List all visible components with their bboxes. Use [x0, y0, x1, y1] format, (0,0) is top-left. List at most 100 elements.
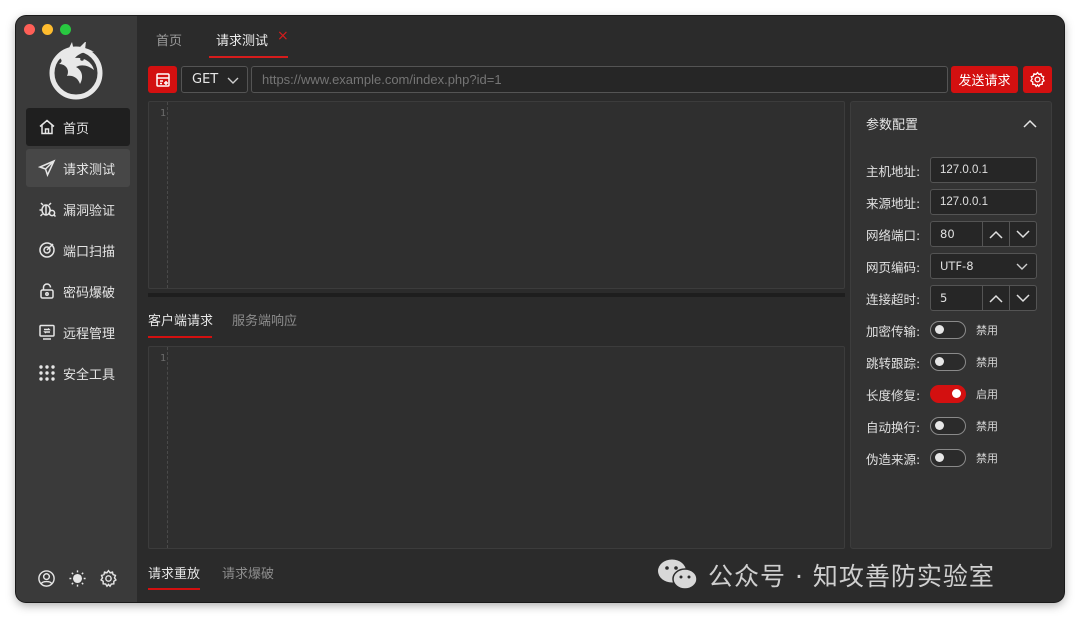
timeout-value: 5	[940, 291, 948, 305]
lock-icon	[38, 282, 56, 300]
sidebar-item-label: 远程管理	[63, 326, 116, 342]
editor-gutter	[149, 347, 168, 548]
watermark: 公众号 · 知攻善防实验室	[656, 557, 995, 593]
bug-icon	[38, 200, 56, 218]
toggle-row-redirect: 跳转跟踪: 禁用	[866, 349, 998, 375]
sidebar-item-port-scan[interactable]: 端口扫描	[26, 231, 130, 269]
toggle-state: 启用	[976, 388, 998, 401]
port-increment-button[interactable]	[982, 222, 1009, 246]
encrypt-toggle[interactable]	[930, 321, 966, 339]
encoding-row: 网页编码: UTF-8	[866, 253, 1037, 279]
close-window-button[interactable]	[24, 24, 35, 35]
chevron-down-icon	[1016, 263, 1028, 270]
origin-row: 来源地址: 127.0.0.1	[866, 189, 1037, 215]
new-request-button[interactable]	[148, 66, 177, 93]
encoding-value: UTF-8	[940, 259, 974, 273]
param-config-panel: 参数配置 主机地址: 127.0.0.1 来源地址: 127.0.0.1 网络端…	[850, 101, 1052, 549]
wechat-icon	[658, 559, 698, 590]
sun-icon[interactable]	[67, 568, 87, 588]
method-select[interactable]: GET	[181, 66, 248, 93]
toggle-state: 禁用	[976, 356, 998, 369]
toggle-row-wrap: 自动换行: 禁用	[866, 413, 998, 439]
app-window: 首页 请求测试 漏洞验证 端口扫描 密码爆破 远程管理 安全工具 首页 请求测试…	[16, 16, 1064, 602]
timeout-row: 连接超时: 5	[866, 285, 1037, 311]
home-icon	[38, 118, 56, 136]
send-icon	[38, 159, 56, 177]
sidebar-item-label: 端口扫描	[63, 244, 116, 260]
watermark-text: 公众号 · 知攻善防实验室	[708, 562, 995, 591]
tab-request-replay[interactable]: 请求重放	[148, 563, 200, 582]
chevron-down-icon	[227, 77, 239, 84]
minimize-window-button[interactable]	[42, 24, 53, 35]
redirect-toggle[interactable]	[930, 353, 966, 371]
fake-origin-toggle[interactable]	[930, 449, 966, 467]
toggle-row-length-fix: 长度修复: 启用	[866, 381, 998, 407]
mid-tab-underline	[148, 336, 212, 338]
sidebar-item-label: 首页	[63, 121, 90, 137]
host-value: 127.0.0.1	[940, 164, 988, 176]
sidebar-item-password-brute[interactable]: 密码爆破	[26, 272, 130, 310]
encoding-select[interactable]: UTF-8	[930, 253, 1037, 279]
request-settings-button[interactable]	[1023, 66, 1052, 93]
sidebar-item-label: 安全工具	[63, 367, 116, 383]
sidebar-item-home[interactable]: 首页	[26, 108, 130, 146]
length-fix-toggle[interactable]	[930, 385, 966, 403]
url-input[interactable]	[251, 66, 948, 93]
toggle-row-fake-origin: 伪造来源: 禁用	[866, 445, 998, 471]
toggle-label: 跳转跟踪:	[866, 355, 921, 371]
toggle-state: 禁用	[976, 324, 998, 337]
sidebar-item-label: 密码爆破	[63, 285, 116, 301]
chevron-down-icon	[1016, 229, 1030, 238]
radar-icon	[38, 241, 56, 259]
timeout-decrement-button[interactable]	[1009, 286, 1036, 310]
toggle-label: 自动换行:	[866, 419, 921, 435]
host-label: 主机地址:	[866, 163, 921, 179]
param-config-title: 参数配置	[866, 118, 919, 133]
monitor-icon	[38, 323, 56, 341]
origin-input[interactable]: 127.0.0.1	[930, 189, 1037, 215]
tab-request-brute[interactable]: 请求爆破	[222, 563, 274, 582]
chevron-up-icon	[989, 230, 1003, 239]
chevron-down-icon	[1016, 293, 1030, 302]
origin-value: 127.0.0.1	[940, 196, 988, 208]
send-request-label: 发送请求	[958, 74, 1011, 89]
sidebar-item-security-tools[interactable]: 安全工具	[26, 354, 130, 392]
sidebar-item-vuln-verify[interactable]: 漏洞验证	[26, 190, 130, 228]
send-request-button[interactable]: 发送请求	[951, 66, 1018, 93]
maximize-window-button[interactable]	[60, 24, 71, 35]
toggle-label: 伪造来源:	[866, 451, 921, 467]
response-editor[interactable]: 1	[148, 101, 845, 289]
wrap-toggle[interactable]	[930, 417, 966, 435]
chevron-up-icon[interactable]	[1023, 117, 1037, 128]
editor-gutter	[149, 102, 168, 288]
chevron-up-icon	[989, 294, 1003, 303]
encoding-label: 网页编码:	[866, 259, 921, 275]
grid-icon	[38, 364, 56, 382]
timeout-stepper[interactable]: 5	[930, 285, 1037, 311]
user-icon[interactable]	[36, 568, 56, 588]
tab-home[interactable]: 首页	[156, 30, 182, 49]
host-row: 主机地址: 127.0.0.1	[866, 157, 1037, 183]
host-input[interactable]: 127.0.0.1	[930, 157, 1037, 183]
toggle-state: 禁用	[976, 420, 998, 433]
bottom-tab-underline	[148, 588, 200, 590]
sidebar-item-label: 漏洞验证	[63, 203, 116, 219]
request-editor[interactable]: 1	[148, 346, 845, 549]
port-decrement-button[interactable]	[1009, 222, 1036, 246]
sidebar-item-request-test[interactable]: 请求测试	[26, 149, 130, 187]
tab-client-request[interactable]: 客户端请求	[148, 310, 213, 329]
tab-server-response[interactable]: 服务端响应	[232, 310, 297, 329]
sidebar-item-remote-manage[interactable]: 远程管理	[26, 313, 130, 351]
settings-icon[interactable]	[98, 568, 118, 588]
dragon-logo-icon	[49, 42, 103, 100]
toggle-label: 长度修复:	[866, 387, 921, 403]
sidebar: 首页 请求测试 漏洞验证 端口扫描 密码爆破 远程管理 安全工具	[16, 16, 137, 602]
sidebar-item-label: 请求测试	[63, 162, 116, 178]
tab-request-test[interactable]: 请求测试	[216, 30, 268, 49]
port-stepper[interactable]: 80	[930, 221, 1037, 247]
tab-close-icon[interactable]: ×	[277, 28, 289, 44]
top-tab-bar: 首页 请求测试 ×	[137, 16, 1064, 60]
sidebar-footer	[36, 568, 118, 588]
timeout-increment-button[interactable]	[982, 286, 1009, 310]
editor-splitter[interactable]	[148, 293, 845, 297]
